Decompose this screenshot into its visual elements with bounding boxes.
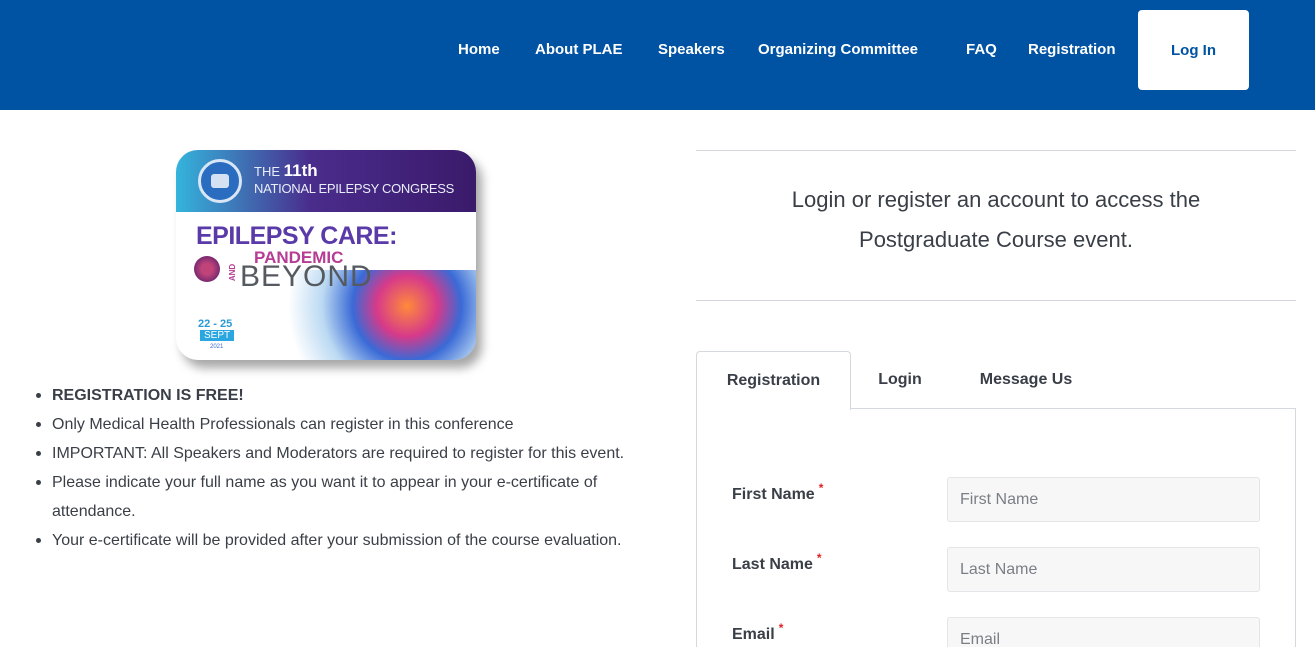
- login-prompt-line-2: Postgraduate Course event.: [859, 227, 1133, 252]
- nav-organizing-committee[interactable]: Organizing Committee: [758, 41, 918, 58]
- nav-speakers[interactable]: Speakers: [658, 41, 725, 58]
- banner-dates: 22 - 25: [198, 318, 233, 330]
- required-marker: *: [816, 551, 822, 565]
- banner-congress-name: NATIONAL EPILEPSY CONGRESS: [254, 181, 455, 196]
- nav-registration[interactable]: Registration: [1028, 41, 1116, 58]
- registration-panel: [696, 408, 1296, 647]
- list-item: Only Medical Health Professionals can re…: [30, 410, 640, 439]
- top-navigation-bar: Home About PLAE Speakers Organizing Comm…: [0, 0, 1315, 110]
- list-item: IMPORTANT: All Speakers and Moderators a…: [30, 439, 640, 468]
- banner-month: SEPT: [200, 330, 235, 341]
- banner-title: EPILEPSY CARE:: [196, 222, 397, 250]
- divider-top: [696, 150, 1296, 151]
- banner-and: AND: [228, 263, 238, 282]
- tab-registration[interactable]: Registration: [696, 351, 851, 410]
- nav-home[interactable]: Home: [458, 41, 500, 58]
- plae-logo-icon: [198, 159, 242, 203]
- tab-message-us[interactable]: Message Us: [976, 351, 1076, 409]
- tab-login[interactable]: Login: [872, 351, 928, 409]
- login-prompt: Login or register an account to access t…: [696, 180, 1296, 260]
- required-marker: *: [818, 481, 824, 495]
- login-prompt-line-1: Login or register an account to access t…: [791, 187, 1201, 212]
- email-input[interactable]: [947, 617, 1260, 647]
- banner-year: 2021: [210, 344, 224, 350]
- last-name-input[interactable]: [947, 547, 1260, 592]
- first-name-label: First Name *: [732, 481, 824, 503]
- login-button[interactable]: Log In: [1138, 10, 1249, 90]
- divider-bottom: [696, 300, 1296, 301]
- last-name-label: Last Name *: [732, 551, 822, 573]
- nav-faq[interactable]: FAQ: [966, 41, 997, 58]
- list-item: REGISTRATION IS FREE!: [30, 381, 640, 410]
- virus-icon: [194, 256, 220, 282]
- banner-edition: THE 11th: [254, 161, 318, 180]
- email-label: Email *: [732, 621, 784, 643]
- nav-about-plae[interactable]: About PLAE: [535, 41, 623, 58]
- list-item: Please indicate your full name as you wa…: [30, 468, 640, 526]
- registration-info-list: REGISTRATION IS FREE! Only Medical Healt…: [30, 381, 640, 555]
- banner-beyond: BEYOND: [240, 260, 373, 293]
- required-marker: *: [778, 621, 784, 635]
- form-tabs: Registration Login Message Us: [696, 351, 1296, 410]
- first-name-input[interactable]: [947, 477, 1260, 522]
- event-banner-image: THE 11th NATIONAL EPILEPSY CONGRESS EPIL…: [176, 150, 476, 360]
- main-nav: Home About PLAE Speakers Organizing Comm…: [0, 0, 1315, 110]
- list-item: Your e-certificate will be provided afte…: [30, 526, 640, 555]
